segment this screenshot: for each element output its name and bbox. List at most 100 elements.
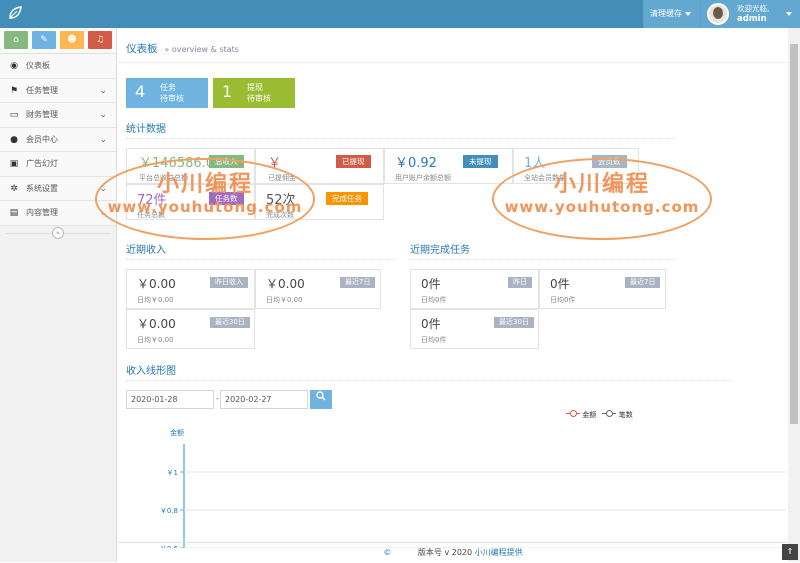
income-daily-average: 日均￥0.00 [266, 296, 303, 304]
clear-cache-button[interactable]: 清理缓存 [643, 0, 700, 28]
breadcrumb: 仪表板 » overview & stats [118, 28, 788, 63]
back-to-top-button[interactable]: ⇑ [782, 544, 798, 560]
infobox-number: 4 [135, 82, 146, 101]
search-icon [316, 391, 326, 401]
leaf-logo-icon[interactable] [8, 6, 24, 22]
recent-tasks-heading: 近期完成任务 [410, 241, 676, 260]
end-date-input[interactable]: 2020-02-27 [220, 390, 308, 409]
sidebar-item-label: 内容管理 [26, 208, 58, 217]
tasks-count: 0件 [421, 277, 441, 291]
income-amount: ￥0.00 [137, 277, 176, 291]
sidebar-collapse-toggle[interactable]: « [0, 227, 117, 239]
dashboard-icon: ◉ [10, 61, 18, 71]
y-tick-label: ￥0.8 [160, 507, 178, 515]
not-withdrawn-amount: ￥0.92 [395, 156, 437, 171]
legend-count-label: 笔数 [618, 411, 633, 419]
version-text: 版本号 v 2020 [417, 548, 473, 557]
pending-withdraw-infobox[interactable]: 1 提现待审核 [213, 78, 295, 108]
page-title: 仪表板 [126, 43, 158, 55]
tasks-daily-average: 日均0件 [550, 296, 576, 304]
income-30day-card: ￥0.00 最近30日 日均￥0.00 [126, 309, 255, 349]
chevron-down-icon: ⌄ [99, 110, 107, 120]
income-7day-card: ￥0.00 最近7日 日均￥0.00 [255, 269, 381, 309]
date-separator: - [216, 394, 219, 403]
sidebar-item-tasks[interactable]: ⚑ 任务管理 ⌄ [0, 78, 116, 103]
infobox-status: 待审核 [160, 94, 184, 103]
sidebar-item-label: 系统设置 [26, 183, 58, 193]
legend-count-marker [602, 410, 617, 417]
recent-income-heading: 近期收入 [126, 241, 396, 260]
user-menu[interactable]: 欢迎光临, admin [700, 0, 800, 28]
chevron-down-icon: ⌄ [99, 85, 107, 96]
users-shortcut-icon[interactable]: ☻ [60, 31, 84, 49]
provider-link[interactable]: 小川编程提供 [475, 548, 523, 557]
double-angle-left-icon[interactable]: « [52, 227, 64, 239]
infobox-number: 1 [222, 82, 233, 101]
main-content: 仪表板 » overview & stats 4 任务待审核 1 提现待审核 统… [118, 28, 788, 562]
sidebar-item-label: 财务管理 [26, 110, 58, 119]
chevron-down-icon: ⌄ [99, 134, 107, 145]
page-scrollbar[interactable] [788, 28, 800, 562]
legend-amount-label: 金额 [582, 411, 597, 419]
chart-plot: ￥1￥0.8￥0.6 [160, 444, 786, 548]
pending-tasks-infobox[interactable]: 4 任务待审核 [126, 78, 208, 108]
tasks-yesterday-card: 0件 昨日 日均0件 [410, 269, 539, 309]
tasks-daily-average: 日均0件 [421, 296, 447, 304]
watermark-left: 小川编程 www.youhutong.com [95, 158, 315, 240]
chart-legend: 金额 笔数 [566, 410, 633, 420]
watermark-title: 小川编程 [156, 172, 253, 197]
infobox-status: 待审核 [247, 94, 271, 103]
book-icon: ▤ [9, 208, 19, 218]
double-angle-up-icon: ⇑ [786, 547, 794, 556]
scrollbar-thumb[interactable] [790, 44, 798, 424]
income-yesterday-card: ￥0.00 昨日收入 日均￥0.00 [126, 269, 255, 309]
clear-cache-label: 清理缓存 [650, 9, 682, 18]
income-daily-average: 日均￥0.00 [137, 296, 174, 304]
copyright-symbol: © [383, 548, 392, 557]
home-shortcut-icon[interactable]: ⌂ [4, 31, 28, 49]
watermark-title: 小川编程 [553, 172, 650, 197]
start-date-input[interactable]: 2020-01-28 [126, 390, 214, 409]
not-withdrawn-tag: 未提现 [463, 155, 498, 168]
sidebar-item-finance[interactable]: ▭ 财务管理 ⌄ [0, 103, 116, 128]
tasks-7day-card: 0件 最近7日 日均0件 [539, 269, 666, 309]
withdrawn-tag: 已提现 [336, 155, 371, 168]
income-amount: ￥0.00 [266, 277, 305, 291]
infobox-label: 任务 [160, 83, 176, 92]
caret-down-icon [685, 11, 691, 16]
sidebar-item-members[interactable]: ● 会员中心 ⌄ [0, 127, 116, 152]
infobox-label: 提现 [247, 83, 263, 92]
income-amount: ￥0.00 [137, 317, 176, 331]
sidebar-item-dashboard[interactable]: ◉ 仪表板 [0, 54, 116, 79]
sidebar: ⌂ ✎ ☻ ♫ ◉ 仪表板 ⚑ 任务管理 ⌄ ▭ 财务管理 ⌄ ● 会员中心 ⌄ ▣ 广告幻灯 … [0, 28, 117, 562]
username: admin [737, 14, 767, 24]
sidebar-item-label: 任务管理 [26, 85, 58, 95]
income-period-tag: 最近7日 [340, 277, 376, 288]
page-subtitle: » overview & stats [164, 45, 239, 54]
tasks-period-tag: 最近30日 [494, 317, 534, 328]
income-line-chart-heading: 收入线形图 [126, 362, 732, 381]
sidebar-item-label: 广告幻灯 [26, 159, 58, 168]
tasks-daily-average: 日均0件 [421, 336, 447, 344]
completed-tag: 完成任务 [326, 192, 368, 205]
sidebar-item-label: 仪表板 [26, 61, 50, 70]
tasks-count: 0件 [421, 317, 441, 331]
watermark-url: www.youhutong.com [107, 198, 303, 216]
legend-amount-marker [566, 410, 580, 417]
not-withdrawn-label: 用户账户余额总额 [395, 174, 451, 182]
bell-shortcut-icon[interactable]: ♫ [88, 31, 112, 49]
footer: © 版本号 v 2020 小川编程提供 [118, 542, 788, 562]
pencil-shortcut-icon[interactable]: ✎ [32, 31, 56, 49]
stats-heading: 统计数据 [126, 120, 676, 139]
tasks-30day-card: 0件 最近30日 日均0件 [410, 309, 539, 349]
picture-icon: ▣ [9, 159, 19, 169]
tasks-count: 0件 [550, 277, 570, 291]
tasks-period-tag: 最近7日 [625, 277, 661, 288]
search-button[interactable] [310, 390, 332, 409]
income-period-tag: 最近30日 [210, 317, 250, 328]
sidebar-shortcuts: ⌂ ✎ ☻ ♫ [0, 28, 116, 54]
income-period-tag: 昨日收入 [210, 277, 248, 288]
flag-icon: ⚑ [9, 85, 19, 96]
avatar [707, 3, 729, 25]
watermark-right: 小川编程 www.youhutong.com [492, 158, 712, 240]
